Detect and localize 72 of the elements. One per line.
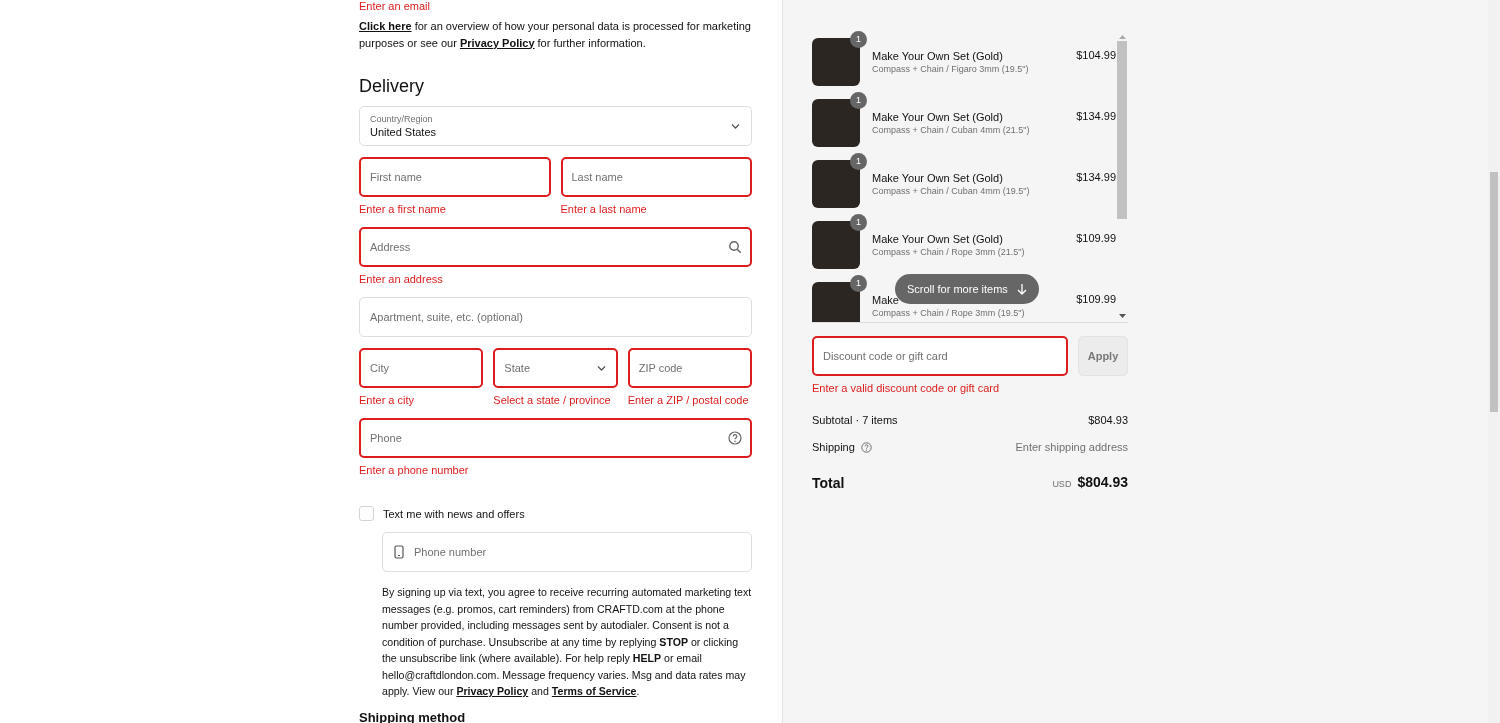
photo-placeholder [812, 281, 860, 322]
product-name: Make Your Own Set (Gold) [872, 48, 1004, 63]
currency-code: USD [1052, 478, 1072, 491]
photo-placeholder [812, 220, 860, 269]
total-label: Total [812, 477, 845, 490]
error-message: Enter a ZIP / postal code [627, 394, 750, 407]
discount-field[interactable]: Discount code or gift card [812, 336, 1068, 376]
error-message: Enter a city [359, 394, 416, 407]
chevron-down-icon [595, 363, 607, 373]
apply-button[interactable]: Apply [1078, 336, 1128, 376]
section-heading: Delivery [359, 75, 425, 97]
quantity-badge: 1 [850, 31, 867, 48]
product-price: $134.99 [1076, 170, 1116, 183]
error-message: Enter a phone number [359, 464, 470, 477]
country-select[interactable]: Country/Region United States [359, 106, 752, 146]
subtotal-value: $804.93 [1088, 414, 1128, 427]
product-price: $109.99 [1076, 231, 1116, 244]
sms-consent-text: By signing up via text, you agree to receive recurring automated marketing text messages (e.g. promos, cart reminders) from CRAFTD.com at the phone number provided, including messages sent by autodialer. Consent is not a condition of purchase. Unsubscribe at any time by replying STOP or clicking the unsubscribe link (where available). For help reply HELP or email hello@craftdlondon.com. Message frequency varies. Msg and data rates may apply. View our Privacy Policy and Terms of Service. [382, 585, 752, 699]
field-value: United States [370, 124, 438, 139]
arrow-down-icon [1016, 283, 1027, 295]
checkbox[interactable] [359, 506, 374, 521]
product-name: Make Your Own Set (Gold) [872, 109, 1004, 124]
error-message: Enter a first name [359, 203, 447, 216]
privacy-notice: Click here for an overview of how your personal data is processed for marketing purposes or see our Privacy Policy for further information. [359, 19, 752, 51]
quantity-badge: 1 [850, 152, 867, 170]
caret-down-icon [1118, 314, 1126, 319]
product-name: Make Your Own Set (Gold) [872, 231, 1004, 246]
caret-up-icon [1118, 34, 1126, 39]
phone-icon [394, 545, 404, 559]
error-message: Enter a last name [560, 203, 648, 216]
input-field[interactable]: Last name [560, 157, 752, 197]
input-field[interactable]: Phone [359, 418, 752, 458]
error-message: Enter an address [359, 273, 444, 286]
product-variant: Compass + Chain / Cuban 4mm (21.5") [872, 123, 1031, 136]
input-field[interactable]: Address [359, 227, 752, 267]
input-field[interactable]: City [359, 348, 484, 388]
page-scrollbar[interactable] [1488, 0, 1500, 723]
help-icon [728, 431, 742, 445]
subtotal-label: Subtotal · 7 items [812, 414, 898, 427]
product-variant: Compass + Chain / Figaro 3mm (19.5") [872, 62, 1030, 75]
error-message: Select a state / province [493, 394, 612, 407]
product-variant: Compass + Chain / Rope 3mm (21.5") [872, 245, 1026, 258]
quantity-badge: 1 [850, 91, 867, 109]
phone-input-field[interactable]: Phone number [382, 532, 752, 572]
product-price: $109.99 [1076, 292, 1116, 305]
error-message: Enter a valid discount code or gift card [812, 382, 1001, 395]
help-icon [860, 442, 872, 453]
chevron-down-icon [730, 121, 741, 131]
search-icon [728, 240, 742, 254]
photo-placeholder [812, 98, 860, 147]
text-link[interactable]: Privacy Policy [456, 685, 529, 697]
product-variant: Compass + Chain / Rope 3mm (19.5") [872, 306, 1026, 319]
select-placeholder: State [504, 362, 531, 374]
state-select[interactable]: State [493, 348, 618, 388]
product-price: $134.99 [1076, 109, 1116, 122]
quantity-badge: 1 [850, 274, 867, 292]
photo-placeholder [812, 37, 860, 86]
product-variant: Compass + Chain / Cuban 4mm (19.5") [872, 184, 1031, 197]
total-amount: $804.93 [1077, 476, 1128, 489]
field-label: Country/Region [370, 113, 434, 125]
input-field[interactable]: First name [359, 157, 551, 197]
quantity-badge: 1 [850, 213, 867, 231]
product-name: Make Your Own Set (Gold) [872, 170, 1004, 185]
input-field[interactable]: ZIP code [627, 348, 752, 388]
photo-placeholder [812, 159, 860, 208]
shipping-value: Enter shipping address [1015, 441, 1128, 454]
product-price: $104.99 [1076, 48, 1116, 61]
text-link[interactable]: Privacy Policy [459, 36, 535, 49]
text-link[interactable]: Click here [359, 20, 412, 32]
error-message: Enter an email [359, 0, 430, 13]
shipping-label: Shipping [812, 441, 855, 454]
checkbox-label: Text me with news and offers [383, 507, 525, 520]
